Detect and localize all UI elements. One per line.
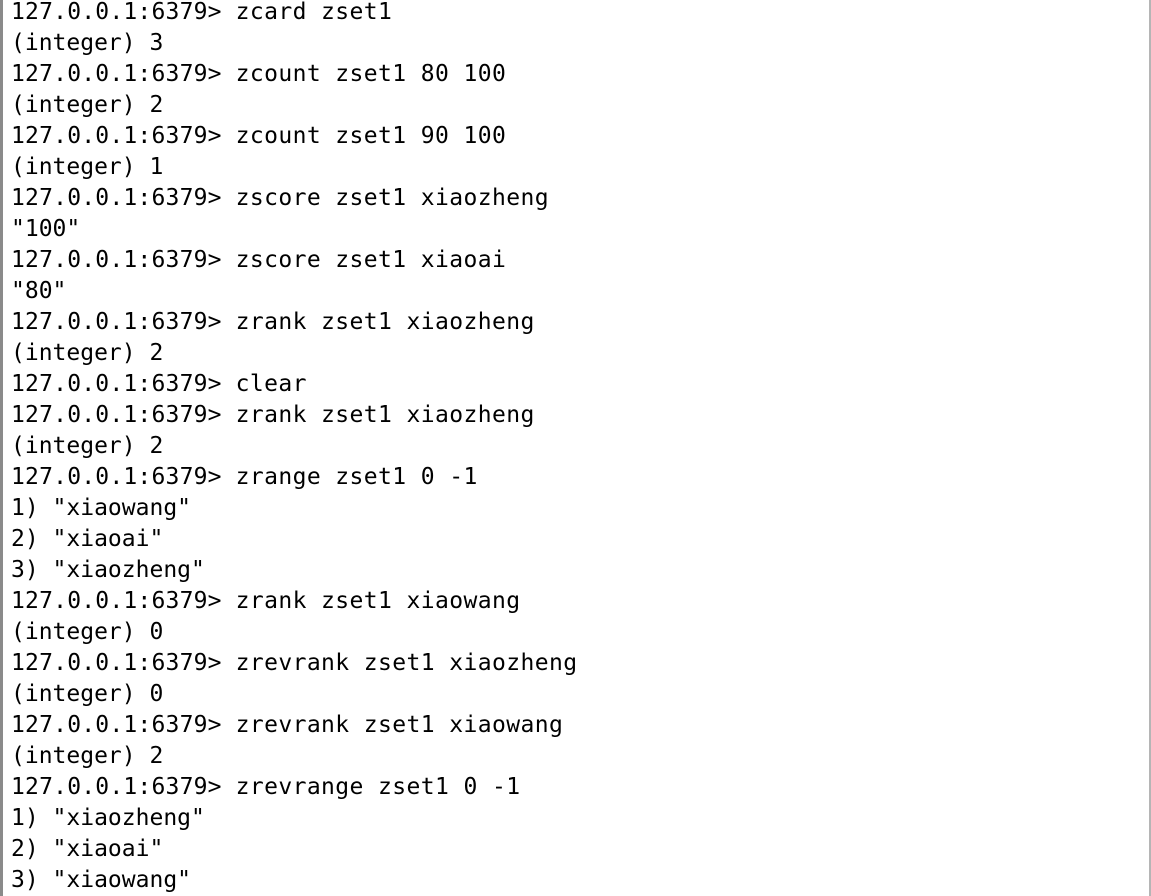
terminal-line-output: (integer) 2: [11, 741, 1131, 772]
output-text: (integer) 2: [11, 433, 164, 459]
terminal-line-command: 127.0.0.1:6379> zrevrange zset1 0 -1: [11, 772, 1131, 803]
output-text: (integer) 2: [11, 92, 164, 118]
command-text: zrank zset1 xiaozheng: [235, 309, 535, 335]
terminal-line-output: (integer) 2: [11, 90, 1131, 121]
terminal-line-output: (integer) 2: [11, 338, 1131, 369]
output-text: 1) "xiaowang": [11, 495, 192, 521]
redis-prompt: 127.0.0.1:6379>: [11, 402, 222, 428]
terminal-line-output: (integer) 0: [11, 617, 1131, 648]
command-text: zcard zset1: [235, 0, 393, 25]
output-text: 3) "xiaowang": [11, 867, 192, 893]
terminal-line-output: 1) "xiaozheng": [11, 803, 1131, 834]
terminal-line-output: (integer) 2: [11, 431, 1131, 462]
terminal-line-command: 127.0.0.1:6379> zcount zset1 80 100: [11, 59, 1131, 90]
command-text: zscore zset1 xiaoai: [235, 247, 507, 273]
terminal-line-output: 3) "xiaozheng": [11, 555, 1131, 586]
redis-prompt: 127.0.0.1:6379>: [11, 61, 222, 87]
redis-prompt: 127.0.0.1:6379>: [11, 588, 222, 614]
redis-prompt: 127.0.0.1:6379>: [11, 464, 222, 490]
output-text: 1) "xiaozheng": [11, 805, 205, 831]
command-text: clear: [235, 371, 307, 397]
output-text: (integer) 2: [11, 340, 164, 366]
command-text: zrevrank zset1 xiaozheng: [235, 650, 578, 676]
command-text: zcount zset1 80 100: [235, 61, 507, 87]
redis-prompt: 127.0.0.1:6379>: [11, 247, 222, 273]
output-text: "100": [11, 216, 81, 242]
terminal-line-output: 1) "xiaowang": [11, 493, 1131, 524]
output-text: (integer) 0: [11, 619, 164, 645]
output-text: "80": [11, 278, 67, 304]
command-text: zcount zset1 90 100: [235, 123, 507, 149]
terminal-line-output: 2) "xiaoai": [11, 834, 1131, 865]
terminal-line-command: 127.0.0.1:6379> clear: [11, 369, 1131, 400]
command-text: zrank zset1 xiaozheng: [235, 402, 535, 428]
terminal-line-command: 127.0.0.1:6379> zrange zset1 0 -1: [11, 462, 1131, 493]
output-text: 2) "xiaoai": [11, 526, 164, 552]
output-text: (integer) 1: [11, 154, 164, 180]
terminal-line-command: 127.0.0.1:6379> zrevrank zset1 xiaozheng: [11, 648, 1131, 679]
command-text: zrange zset1 0 -1: [235, 464, 478, 490]
command-text: zrevrange zset1 0 -1: [235, 774, 521, 800]
terminal-line-output: "100": [11, 214, 1131, 245]
redis-prompt: 127.0.0.1:6379>: [11, 774, 222, 800]
redis-prompt: 127.0.0.1:6379>: [11, 650, 222, 676]
terminal-output[interactable]: 127.0.0.1:6379> zcard zset1 (integer) 3 …: [11, 0, 1131, 896]
terminal-line-output: 3) "xiaowang": [11, 865, 1131, 896]
terminal-line-command: 127.0.0.1:6379> zrank zset1 xiaowang: [11, 586, 1131, 617]
redis-prompt: 127.0.0.1:6379>: [11, 712, 222, 738]
terminal-line-command: 127.0.0.1:6379> zrank zset1 xiaozheng: [11, 307, 1131, 338]
terminal-line-command: 127.0.0.1:6379> zscore zset1 xiaoai: [11, 245, 1131, 276]
terminal-line-command: 127.0.0.1:6379> zrank zset1 xiaozheng: [11, 400, 1131, 431]
window-left-border: [0, 0, 3, 896]
terminal-line-output: 2) "xiaoai": [11, 524, 1131, 555]
redis-prompt: 127.0.0.1:6379>: [11, 0, 222, 25]
output-text: (integer) 3: [11, 30, 164, 56]
terminal-line-output: (integer) 1: [11, 152, 1131, 183]
terminal-line-command: 127.0.0.1:6379> zscore zset1 xiaozheng: [11, 183, 1131, 214]
redis-prompt: 127.0.0.1:6379>: [11, 123, 222, 149]
terminal-line-command: 127.0.0.1:6379> zcard zset1: [11, 0, 1131, 28]
terminal-line-output: (integer) 3: [11, 28, 1131, 59]
output-text: 3) "xiaozheng": [11, 557, 205, 583]
terminal-line-output: "80": [11, 276, 1131, 307]
output-text: (integer) 0: [11, 681, 164, 707]
terminal-line-command: 127.0.0.1:6379> zcount zset1 90 100: [11, 121, 1131, 152]
command-text: zrevrank zset1 xiaowang: [235, 712, 564, 738]
terminal-line-output: (integer) 0: [11, 679, 1131, 710]
redis-prompt: 127.0.0.1:6379>: [11, 371, 222, 397]
command-text: zrank zset1 xiaowang: [235, 588, 521, 614]
output-text: 2) "xiaoai": [11, 836, 164, 862]
command-text: zscore zset1 xiaozheng: [235, 185, 550, 211]
terminal-line-command: 127.0.0.1:6379> zrevrank zset1 xiaowang: [11, 710, 1131, 741]
redis-prompt: 127.0.0.1:6379>: [11, 309, 222, 335]
output-text: (integer) 2: [11, 743, 164, 769]
redis-prompt: 127.0.0.1:6379>: [11, 185, 222, 211]
